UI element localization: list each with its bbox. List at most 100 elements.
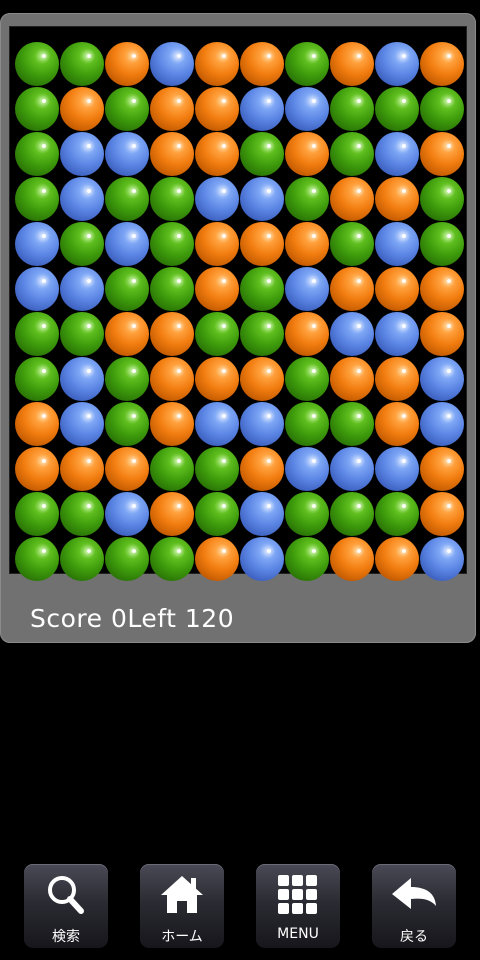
orange-ball[interactable]: [195, 537, 239, 581]
green-ball[interactable]: [195, 447, 239, 491]
green-ball[interactable]: [330, 402, 374, 446]
blue-ball[interactable]: [330, 312, 374, 356]
green-ball[interactable]: [60, 492, 104, 536]
orange-ball[interactable]: [105, 312, 149, 356]
orange-ball[interactable]: [420, 132, 464, 176]
green-ball[interactable]: [285, 537, 329, 581]
orange-ball[interactable]: [375, 402, 419, 446]
orange-ball[interactable]: [285, 312, 329, 356]
orange-ball[interactable]: [150, 492, 194, 536]
blue-ball[interactable]: [420, 402, 464, 446]
green-ball[interactable]: [150, 222, 194, 266]
orange-ball[interactable]: [60, 87, 104, 131]
orange-ball[interactable]: [420, 267, 464, 311]
blue-ball[interactable]: [240, 402, 284, 446]
orange-ball[interactable]: [375, 177, 419, 221]
blue-ball[interactable]: [240, 87, 284, 131]
green-ball[interactable]: [60, 222, 104, 266]
green-ball[interactable]: [285, 402, 329, 446]
blue-ball[interactable]: [285, 87, 329, 131]
green-ball[interactable]: [105, 537, 149, 581]
orange-ball[interactable]: [420, 312, 464, 356]
green-ball[interactable]: [240, 312, 284, 356]
green-ball[interactable]: [420, 87, 464, 131]
orange-ball[interactable]: [285, 222, 329, 266]
blue-ball[interactable]: [105, 492, 149, 536]
blue-ball[interactable]: [240, 537, 284, 581]
blue-ball[interactable]: [150, 42, 194, 86]
green-ball[interactable]: [105, 177, 149, 221]
green-ball[interactable]: [150, 447, 194, 491]
green-ball[interactable]: [60, 42, 104, 86]
blue-ball[interactable]: [60, 267, 104, 311]
orange-ball[interactable]: [105, 42, 149, 86]
green-ball[interactable]: [285, 177, 329, 221]
green-ball[interactable]: [60, 312, 104, 356]
blue-ball[interactable]: [375, 312, 419, 356]
green-ball[interactable]: [15, 357, 59, 401]
green-ball[interactable]: [240, 267, 284, 311]
orange-ball[interactable]: [330, 177, 374, 221]
green-ball[interactable]: [285, 357, 329, 401]
orange-ball[interactable]: [150, 87, 194, 131]
green-ball[interactable]: [105, 402, 149, 446]
blue-ball[interactable]: [60, 357, 104, 401]
orange-ball[interactable]: [195, 87, 239, 131]
green-ball[interactable]: [330, 87, 374, 131]
green-ball[interactable]: [285, 42, 329, 86]
green-ball[interactable]: [195, 492, 239, 536]
orange-ball[interactable]: [240, 42, 284, 86]
green-ball[interactable]: [150, 537, 194, 581]
green-ball[interactable]: [15, 132, 59, 176]
orange-ball[interactable]: [150, 402, 194, 446]
orange-ball[interactable]: [375, 537, 419, 581]
blue-ball[interactable]: [330, 447, 374, 491]
orange-ball[interactable]: [330, 42, 374, 86]
blue-ball[interactable]: [420, 357, 464, 401]
menu-button[interactable]: MENU: [256, 864, 340, 948]
orange-ball[interactable]: [195, 222, 239, 266]
home-button[interactable]: ホーム: [140, 864, 224, 948]
blue-ball[interactable]: [240, 177, 284, 221]
orange-ball[interactable]: [285, 132, 329, 176]
green-ball[interactable]: [420, 177, 464, 221]
orange-ball[interactable]: [240, 222, 284, 266]
orange-ball[interactable]: [420, 447, 464, 491]
green-ball[interactable]: [330, 492, 374, 536]
orange-ball[interactable]: [195, 132, 239, 176]
green-ball[interactable]: [60, 537, 104, 581]
green-ball[interactable]: [330, 132, 374, 176]
blue-ball[interactable]: [285, 267, 329, 311]
green-ball[interactable]: [330, 222, 374, 266]
green-ball[interactable]: [285, 492, 329, 536]
blue-ball[interactable]: [195, 402, 239, 446]
green-ball[interactable]: [105, 357, 149, 401]
orange-ball[interactable]: [420, 42, 464, 86]
blue-ball[interactable]: [105, 222, 149, 266]
orange-ball[interactable]: [195, 357, 239, 401]
green-ball[interactable]: [195, 312, 239, 356]
orange-ball[interactable]: [150, 132, 194, 176]
orange-ball[interactable]: [105, 447, 149, 491]
orange-ball[interactable]: [330, 267, 374, 311]
green-ball[interactable]: [105, 87, 149, 131]
blue-ball[interactable]: [15, 267, 59, 311]
blue-ball[interactable]: [375, 222, 419, 266]
green-ball[interactable]: [105, 267, 149, 311]
orange-ball[interactable]: [375, 357, 419, 401]
orange-ball[interactable]: [15, 402, 59, 446]
green-ball[interactable]: [15, 492, 59, 536]
back-button[interactable]: 戻る: [372, 864, 456, 948]
blue-ball[interactable]: [375, 447, 419, 491]
blue-ball[interactable]: [375, 42, 419, 86]
orange-ball[interactable]: [150, 357, 194, 401]
blue-ball[interactable]: [105, 132, 149, 176]
blue-ball[interactable]: [375, 132, 419, 176]
green-ball[interactable]: [240, 132, 284, 176]
green-ball[interactable]: [15, 537, 59, 581]
green-ball[interactable]: [15, 87, 59, 131]
blue-ball[interactable]: [60, 402, 104, 446]
orange-ball[interactable]: [420, 492, 464, 536]
orange-ball[interactable]: [240, 357, 284, 401]
blue-ball[interactable]: [240, 492, 284, 536]
